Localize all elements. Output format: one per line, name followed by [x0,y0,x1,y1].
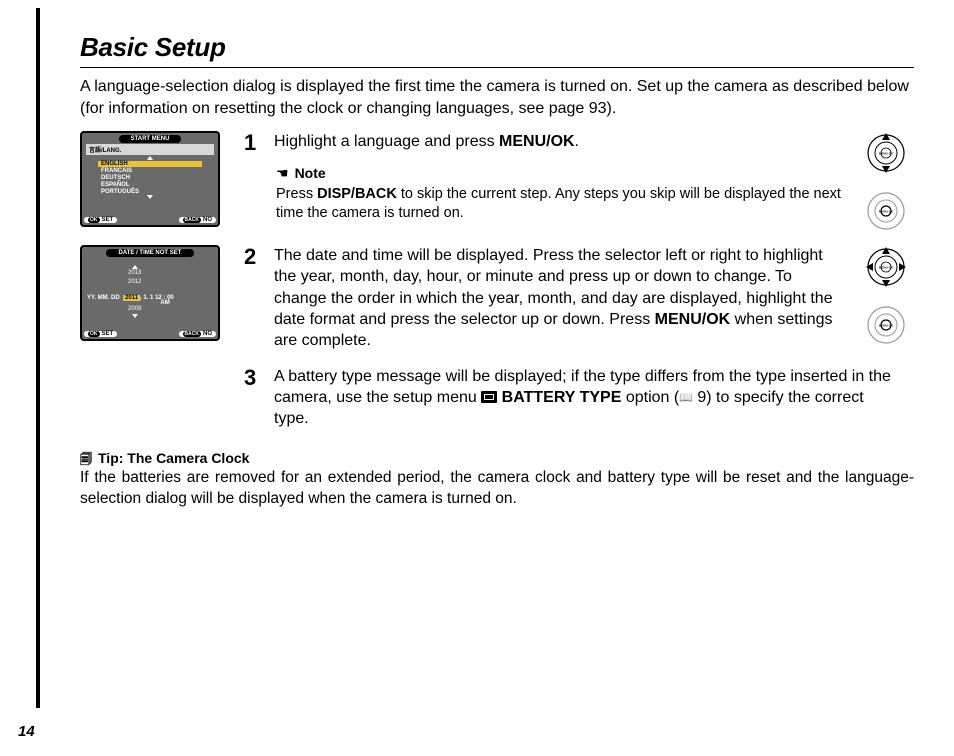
note-heading: Note [276,164,846,183]
ok-set-pill: OKSET [84,217,117,223]
dpad-column-1: MENU OK MENU OK [858,131,914,233]
dpad-center-icon: MENU OK [864,189,908,233]
lcd2-bottom-bar: OKSET BACKNO [84,331,216,337]
step-2-content: The date and time will be displayed. Pre… [274,245,846,351]
step-3-row: 3 A battery type message will be display… [244,366,914,430]
step-2-number: 2 [244,245,262,268]
svg-text:MENU OK: MENU OK [879,210,894,214]
back-no-pill: BACKNO [179,217,216,223]
battery-icon [481,391,497,403]
step-2-text: The date and time will be displayed. Pre… [274,245,846,351]
lcd2-title: DATE / TIME NOT SET [106,249,194,257]
page-title: Basic Setup [80,32,914,68]
arrow-up-icon [147,156,153,160]
lang-item: DEUTSCH [98,175,202,181]
book-icon [679,389,693,406]
lcd-date-time: DATE / TIME NOT SET 2013 2012 2010 2009 … [80,245,220,341]
lcd1-lang-list: ENGLISH FRANCAIS DEUTSCH ESPAÑOL PORTUGU… [98,156,202,199]
page-number: 14 [18,723,35,740]
lcd1-subtitle: 言語/LANG. [86,144,214,155]
tip-heading: Tip: The Camera Clock [80,449,914,468]
tip-block: Tip: The Camera Clock If the batteries a… [80,449,914,509]
svg-text:MENU OK: MENU OK [879,152,894,156]
dpad-center-icon: MENU OK [864,303,908,347]
lcd-language-menu: START MENU 言語/LANG. ENGLISH FRANCAIS DEU… [80,131,220,227]
dpad-column-2: MENU OK MENU OK [858,245,914,347]
dpad-all-icon: MENU OK [864,245,908,289]
note-body: Press DISP/BACK to skip the current step… [276,185,846,223]
lcd2-date-row: YY. MM. DD 2011 1. 1 12 : 00 AM [87,295,174,306]
lcd-column-1: START MENU 言語/LANG. ENGLISH FRANCAIS DEU… [80,131,232,227]
step-3-text: A battery type message will be displayed… [274,366,894,430]
step-1-content: Highlight a language and press MENU/OK. … [274,131,846,223]
tip-body: If the batteries are removed for an exte… [80,468,914,509]
back-no-pill: BACKNO [179,331,216,337]
lang-item: ESPAÑOL [98,182,202,188]
step-3-content: A battery type message will be displayed… [274,366,894,430]
dpad-updown-icon: MENU OK [864,131,908,175]
step-2-row: DATE / TIME NOT SET 2013 2012 2010 2009 … [80,245,914,351]
lcd2-years: 2013 2012 2010 2009 [128,265,141,318]
step-3-number: 3 [244,366,262,430]
lcd1-bottom-bar: OKSET BACKNO [84,217,216,223]
page-content: Basic Setup A language-selection dialog … [36,8,954,708]
step-1-text: Highlight a language and press MENU/OK. [274,131,846,152]
svg-text:MENU OK: MENU OK [879,266,894,270]
intro-paragraph: A language-selection dialog is displayed… [80,76,914,119]
lcd1-title: START MENU [119,135,181,143]
lang-item-selected: ENGLISH [98,161,202,167]
lcd-column-2: DATE / TIME NOT SET 2013 2012 2010 2009 … [80,245,232,341]
arrow-down-icon [147,195,153,199]
step-1-number: 1 [244,131,262,154]
note-block: Note Press DISP/BACK to skip the current… [276,164,846,222]
step-1-row: START MENU 言語/LANG. ENGLISH FRANCAIS DEU… [80,131,914,233]
ok-set-pill: OKSET [84,331,117,337]
lang-item: FRANCAIS [98,168,202,174]
svg-text:MENU OK: MENU OK [879,324,894,328]
arrow-down-icon [132,314,138,318]
